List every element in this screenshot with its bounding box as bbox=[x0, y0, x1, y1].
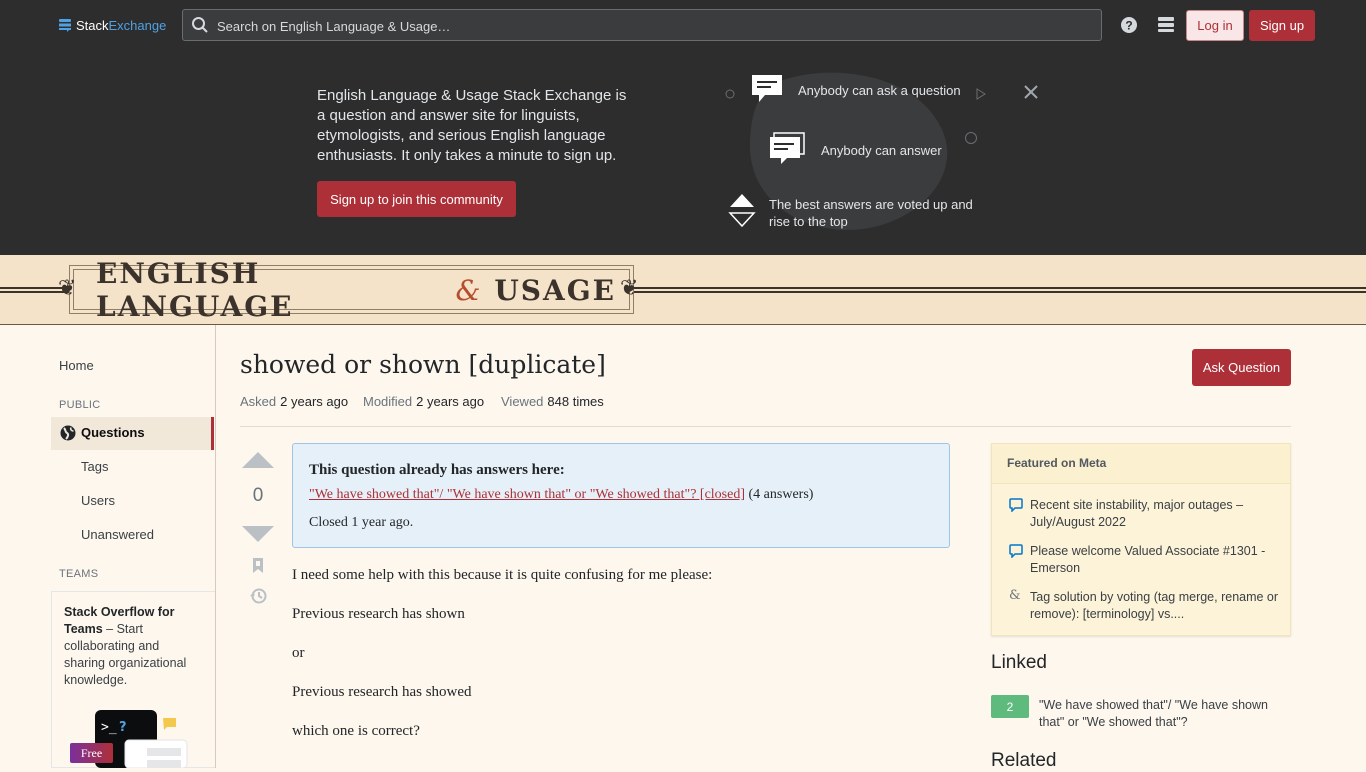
svg-text:>_: >_ bbox=[101, 720, 117, 735]
linked-question-link[interactable]: "We have showed that"/ "We have shown th… bbox=[1039, 697, 1284, 731]
nav-questions-label: Questions bbox=[81, 425, 145, 440]
right-ornament-icon: ❦ bbox=[620, 276, 639, 301]
meta-item-link[interactable]: Recent site instability, major outages –… bbox=[1030, 497, 1280, 531]
left-ornament-icon: ❦ bbox=[58, 276, 77, 301]
site-title[interactable]: ENGLISH LANGUAGE & USAGE bbox=[96, 257, 616, 323]
signup-button[interactable]: Sign up bbox=[1249, 10, 1315, 41]
history-icon[interactable] bbox=[249, 587, 267, 605]
closed-time: 1 year ago bbox=[351, 515, 410, 530]
related-heading: Related bbox=[991, 750, 1057, 771]
featured-meta-heading: Featured on Meta bbox=[992, 444, 1290, 484]
viewed-value: 848 times bbox=[547, 394, 604, 409]
modified-meta: Modified 2 years ago bbox=[363, 394, 484, 409]
answer-bubble-icon bbox=[770, 132, 805, 164]
modified-label: Modified bbox=[363, 394, 413, 409]
site-switcher-icon[interactable] bbox=[1157, 16, 1175, 34]
nav-unanswered[interactable]: Unanswered bbox=[81, 527, 154, 542]
speech-bubble-icon bbox=[1009, 498, 1023, 512]
question-title[interactable]: showed or shown [duplicate] bbox=[240, 350, 606, 379]
viewed-meta: Viewed 848 times bbox=[501, 394, 604, 409]
nav-public-heading: PUBLIC bbox=[59, 399, 101, 411]
ask-question-button[interactable]: Ask Question bbox=[1192, 349, 1291, 386]
asked-label: Asked bbox=[240, 394, 277, 409]
join-community-button[interactable]: Sign up to join this community bbox=[317, 181, 516, 217]
linked-heading: Linked bbox=[991, 652, 1047, 673]
decor-triangle bbox=[976, 88, 986, 100]
decor-circle bbox=[725, 89, 735, 99]
nav-users[interactable]: Users bbox=[81, 493, 115, 508]
nav-teams-heading: TEAMS bbox=[59, 568, 99, 580]
hero-description: English Language & Usage Stack Exchange … bbox=[317, 87, 627, 164]
search-icon bbox=[192, 17, 208, 33]
search-box[interactable] bbox=[182, 9, 1102, 42]
feature-ask-label: Anybody can ask a question bbox=[798, 83, 961, 98]
modified-value[interactable]: 2 years ago bbox=[416, 394, 484, 409]
logo-exchange-text: Exchange bbox=[108, 17, 167, 33]
stackexchange-icon bbox=[59, 19, 71, 32]
nav-home[interactable]: Home bbox=[59, 358, 94, 373]
vote-arrows-icon bbox=[728, 194, 756, 228]
login-button[interactable]: Log in bbox=[1186, 10, 1244, 41]
teams-promo-text: Stack Overflow for Teams – Start collabo… bbox=[64, 604, 199, 689]
site-title-right: USAGE bbox=[494, 273, 616, 307]
notice-heading: This question already has answers here: bbox=[309, 462, 565, 478]
site-title-amp: & bbox=[455, 273, 483, 307]
linked-score-badge[interactable]: 2 bbox=[991, 695, 1029, 718]
feature-vote-label: The best answers are voted up and rise t… bbox=[769, 197, 973, 229]
feature-answer-label: Anybody can answer bbox=[821, 143, 942, 158]
nav-questions[interactable]: Questions bbox=[51, 417, 214, 450]
stackexchange-logo[interactable]: StackExchange bbox=[58, 14, 166, 36]
speech-bubble-icon bbox=[1009, 544, 1023, 558]
svg-text:?: ? bbox=[119, 720, 127, 735]
svg-text:?: ? bbox=[1125, 19, 1132, 33]
duplicate-answer-count: (4 answers) bbox=[748, 487, 814, 502]
asked-value[interactable]: 2 years ago bbox=[280, 394, 348, 409]
help-icon[interactable]: ? bbox=[1120, 16, 1138, 34]
logo-stack-text: Stack bbox=[76, 17, 109, 33]
search-input[interactable] bbox=[215, 10, 1089, 42]
body-paragraph: Previous research has shown bbox=[292, 606, 465, 622]
globe-icon bbox=[60, 425, 76, 441]
body-paragraph: which one is correct? bbox=[292, 723, 420, 739]
asked-meta: Asked 2 years ago bbox=[240, 394, 348, 409]
free-badge: Free bbox=[70, 743, 113, 763]
vote-count: 0 bbox=[252, 485, 264, 506]
close-icon[interactable] bbox=[1022, 83, 1040, 101]
downvote-icon[interactable] bbox=[241, 524, 275, 544]
meta-item-link[interactable]: Tag solution by voting (tag merge, renam… bbox=[1030, 589, 1280, 623]
body-paragraph: Previous research has showed bbox=[292, 684, 472, 700]
closed-label: Closed bbox=[309, 515, 348, 530]
question-bubble-icon bbox=[752, 75, 782, 102]
body-paragraph: or bbox=[292, 645, 305, 661]
bookmark-icon[interactable] bbox=[251, 557, 265, 575]
viewed-label: Viewed bbox=[501, 394, 544, 409]
divider bbox=[240, 426, 1291, 427]
upvote-icon[interactable] bbox=[241, 450, 275, 470]
signup-hero bbox=[0, 50, 1366, 255]
duplicate-link[interactable]: "We have showed that"/ "We have shown th… bbox=[309, 487, 745, 502]
stack-logo-icon: & bbox=[1009, 588, 1021, 603]
decor-circle bbox=[965, 132, 977, 144]
nav-tags[interactable]: Tags bbox=[81, 459, 108, 474]
body-paragraph: I need some help with this because it is… bbox=[292, 567, 713, 583]
meta-item-link[interactable]: Please welcome Valued Associate #1301 - … bbox=[1030, 543, 1280, 577]
site-title-left: ENGLISH LANGUAGE bbox=[96, 257, 294, 323]
duplicate-notice: This question already has answers here: … bbox=[292, 443, 950, 548]
